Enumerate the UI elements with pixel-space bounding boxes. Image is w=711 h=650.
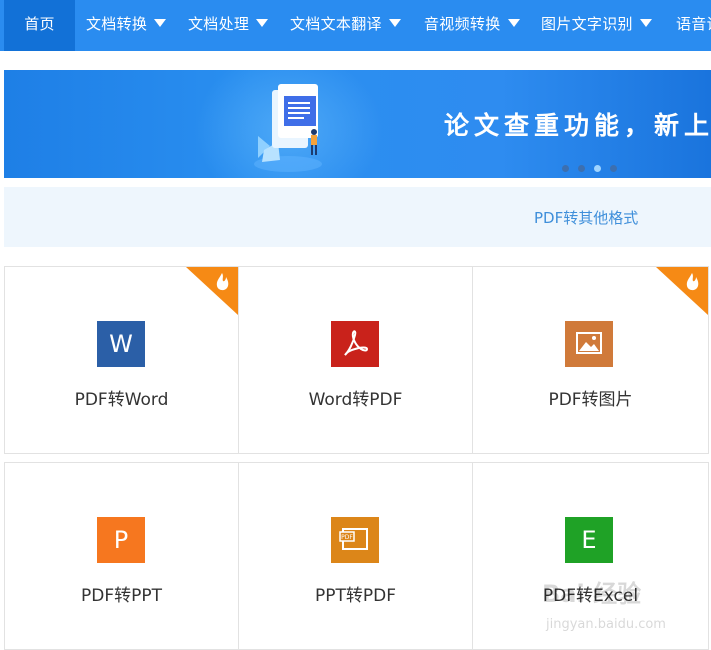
nav-item-label: 语音识 [676, 15, 711, 33]
nav-item-doc-process[interactable]: 文档处理 [188, 0, 269, 51]
nav-item-home[interactable]: 首页 [4, 0, 75, 51]
tool-row: W PDF转Word Word转PDF PDF转图片 [4, 266, 709, 454]
tool-card-pdf-to-ppt[interactable]: P PDF转PPT [5, 463, 239, 649]
svg-text:PDF: PDF [341, 534, 353, 541]
tool-row: P PDF转PPT PDF PPT转PDF E PDF转Excel [4, 462, 709, 650]
ppt-pdf-icon: PDF [331, 517, 379, 563]
ppt-icon: P [97, 517, 145, 563]
nav-item-ocr[interactable]: 图片文字识别 [541, 0, 652, 51]
tool-label: Word转PDF [308, 390, 403, 410]
carousel-dot-active[interactable] [594, 165, 601, 172]
image-icon [565, 321, 613, 367]
carousel-dots [562, 157, 626, 172]
nav-item-label: 图片文字识别 [541, 15, 633, 33]
tool-label: PPT转PDF [314, 586, 396, 606]
tool-label: PDF转图片 [548, 390, 633, 410]
tool-label: PDF转Word [74, 390, 169, 410]
excel-icon: E [565, 517, 613, 563]
hot-badge-icon [656, 267, 708, 315]
nav-item-doc-convert[interactable]: 文档转换 [86, 0, 167, 51]
tool-card-pdf-to-excel[interactable]: E PDF转Excel [473, 463, 708, 649]
category-strip: PDF转其他格式 [4, 187, 711, 247]
hot-badge-icon [186, 267, 238, 315]
banner-headline: 论文查重功能，新上线 [444, 111, 711, 140]
document-illustration-icon [254, 84, 322, 172]
tool-card-ppt-to-pdf[interactable]: PDF PPT转PDF [239, 463, 473, 649]
tool-label: PDF转PPT [80, 586, 162, 606]
chevron-down-icon [507, 19, 520, 27]
nav-item-av-convert[interactable]: 音视频转换 [424, 0, 520, 51]
carousel-dot[interactable] [610, 165, 617, 172]
chevron-down-icon [388, 19, 401, 27]
tool-label: PDF转Excel [542, 586, 639, 606]
nav-item-speech[interactable]: 语音识 [676, 0, 711, 51]
chevron-down-icon [639, 19, 652, 27]
carousel-dot[interactable] [562, 165, 569, 172]
nav-item-label: 音视频转换 [424, 15, 501, 33]
nav-item-label: 文档文本翻译 [290, 15, 382, 33]
tool-card-pdf-to-image[interactable]: PDF转图片 [473, 267, 708, 453]
chevron-down-icon [154, 19, 167, 27]
carousel-dot[interactable] [578, 165, 585, 172]
nav-item-label: 文档转换 [86, 15, 148, 33]
category-link-pdf-convert[interactable]: PDF转其他格式 [534, 207, 638, 228]
promo-banner[interactable]: 论文查重功能，新上线 [4, 70, 711, 178]
chevron-down-icon [256, 19, 269, 27]
word-icon: W [97, 321, 145, 367]
tool-card-pdf-to-word[interactable]: W PDF转Word [5, 267, 239, 453]
pdf-acrobat-icon [331, 321, 379, 367]
nav-item-label: 文档处理 [188, 15, 250, 33]
tool-card-word-to-pdf[interactable]: Word转PDF [239, 267, 473, 453]
top-nav: 首页 文档转换 文档处理 文档文本翻译 音视频转换 图片文字识别 语音识 [0, 0, 711, 51]
nav-item-doc-translate[interactable]: 文档文本翻译 [290, 0, 401, 51]
nav-item-label: 首页 [24, 15, 55, 33]
